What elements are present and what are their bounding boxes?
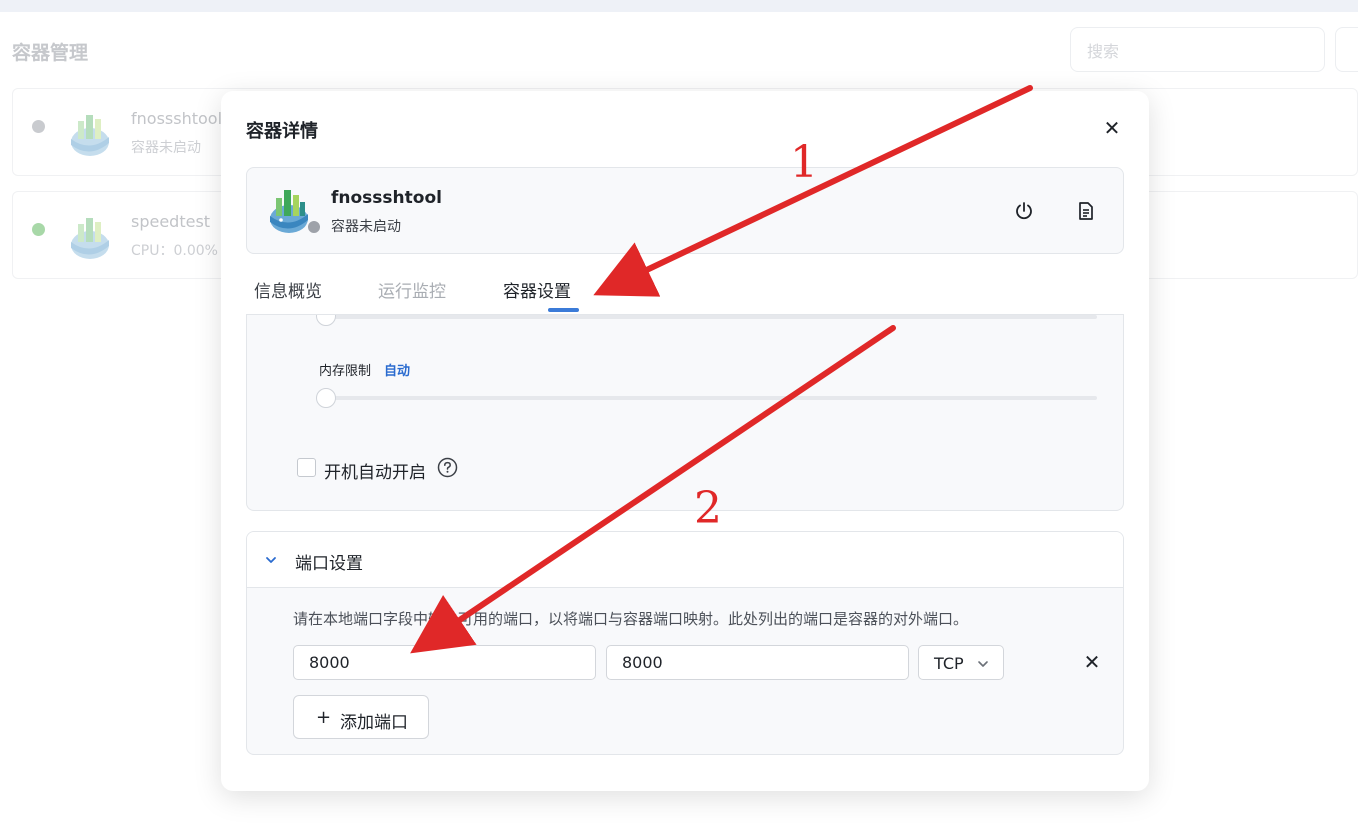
- page-title: 容器管理: [12, 42, 89, 64]
- toolbar-button[interactable]: [1335, 27, 1358, 72]
- status-dot: [32, 223, 45, 236]
- protocol-select[interactable]: TCP: [918, 645, 1004, 680]
- top-bar: [0, 0, 1358, 12]
- tab-bar: 信息概览 运行监控 容器设置: [246, 261, 1124, 315]
- container-logo-icon: [71, 115, 109, 156]
- list-item-status: CPU：0.00%: [131, 243, 218, 259]
- autostart-label: 开机自动开启: [324, 463, 426, 483]
- container-detail-dialog: 容器详情 ✕ fnossshtool 容器未启动 信息概览 运行监控 容器设置: [221, 91, 1149, 791]
- document-icon[interactable]: [1075, 200, 1097, 222]
- port-settings-title: 端口设置: [295, 554, 363, 574]
- resource-settings-panel: 内存限制 自动 开机自动开启: [246, 315, 1124, 511]
- port-description: 请在本地端口字段中输入可用的端口，以将端口与容器端口映射。此处列出的端口是容器的…: [293, 610, 969, 628]
- chevron-down-icon: [266, 557, 276, 563]
- tab-monitor[interactable]: 运行监控: [378, 277, 446, 302]
- chevron-down-icon: [978, 661, 988, 667]
- port-settings-panel: 端口设置 请在本地端口字段中输入可用的端口，以将端口与容器端口映射。此处列出的端…: [246, 531, 1124, 755]
- close-icon[interactable]: ✕: [1101, 117, 1123, 139]
- tab-settings[interactable]: 容器设置: [503, 277, 571, 302]
- cpu-slider-handle[interactable]: [316, 315, 336, 326]
- memory-slider-handle[interactable]: [316, 388, 336, 408]
- plus-icon: +: [316, 707, 332, 728]
- protocol-value: TCP: [934, 654, 964, 673]
- container-status: 容器未启动: [331, 219, 401, 235]
- power-icon[interactable]: [1013, 200, 1035, 222]
- dialog-title: 容器详情: [246, 121, 318, 142]
- list-item-name: speedtest: [131, 212, 211, 231]
- memory-limit-label: 内存限制: [319, 364, 372, 379]
- memory-limit-value: 自动: [384, 364, 411, 379]
- container-port-input[interactable]: [606, 645, 909, 680]
- container-name: fnossshtool: [331, 188, 442, 208]
- memory-slider-track[interactable]: [321, 396, 1097, 400]
- cpu-slider-track[interactable]: [321, 315, 1097, 319]
- search-input[interactable]: 搜索: [1070, 27, 1325, 72]
- autostart-checkbox[interactable]: [297, 458, 316, 477]
- status-dot: [32, 120, 45, 133]
- container-summary-card: fnossshtool 容器未启动: [246, 167, 1124, 254]
- container-logo-icon: [270, 190, 308, 233]
- remove-port-icon[interactable]: ✕: [1083, 651, 1101, 673]
- port-settings-header[interactable]: 端口设置: [247, 532, 1123, 588]
- list-item-status: 容器未启动: [131, 140, 201, 156]
- add-port-label: 添加端口: [340, 713, 408, 733]
- list-item-name: fnossshtool: [131, 109, 223, 128]
- local-port-input[interactable]: [293, 645, 596, 680]
- tab-overview[interactable]: 信息概览: [254, 277, 322, 302]
- question-circle-icon[interactable]: [437, 457, 458, 478]
- status-dot: [306, 219, 322, 235]
- add-port-button[interactable]: + 添加端口: [293, 695, 429, 739]
- active-tab-indicator: [548, 308, 579, 312]
- container-logo-icon: [71, 218, 109, 259]
